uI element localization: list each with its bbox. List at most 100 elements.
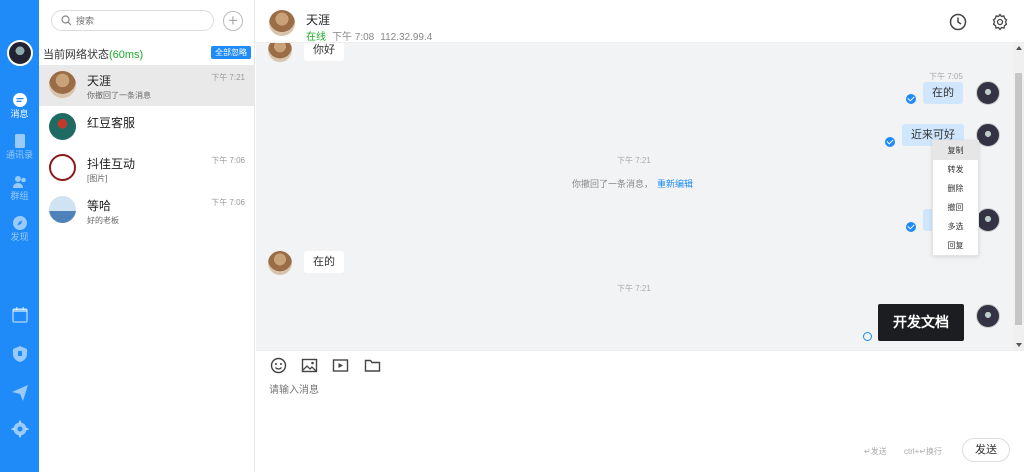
avatar (49, 113, 76, 140)
ignore-all-button[interactable]: 全部忽略 (211, 46, 251, 59)
avatar[interactable] (976, 208, 1000, 232)
message-composer: ↵发送 ctrl+↵换行 发送 (256, 350, 1024, 472)
conversation-preview: [图片] (87, 174, 108, 183)
avatar (49, 196, 76, 223)
chat-header: 天涯 在线 下午 7:08 112.32.99.4 (256, 0, 1024, 43)
shield-icon (12, 346, 27, 362)
rail-label: 消息 (10, 109, 29, 119)
avatar[interactable] (268, 251, 292, 275)
last-seen-time: 下午 7:08 (332, 32, 375, 43)
add-button[interactable]: + (223, 11, 243, 31)
emoji-icon[interactable] (270, 357, 287, 374)
recall-text: 你撤回了一条消息， (572, 179, 654, 189)
conversation-item[interactable]: 红豆客服 (39, 107, 255, 148)
avatar[interactable] (976, 123, 1000, 147)
send-button[interactable]: 发送 (962, 438, 1010, 462)
conversation-item[interactable]: 抖佳互动 下午 7:06 [图片] (39, 148, 255, 189)
message-bubble[interactable]: 在的 (923, 82, 963, 104)
paper-plane-icon (11, 385, 28, 401)
network-label: 当前网络状态 (43, 49, 109, 61)
network-latency: (60ms) (109, 49, 144, 61)
newline-hint-prefix: ctrl+ (904, 447, 920, 456)
conversation-time: 下午 7:06 (211, 198, 245, 207)
contacts-icon (14, 134, 25, 148)
message-bubble[interactable]: 你好 (304, 43, 344, 61)
image-icon[interactable] (301, 357, 318, 374)
menu-item-recall[interactable]: 撤回 (933, 198, 978, 217)
newline-hint: ctrl+↵换行 (904, 447, 943, 456)
contact-ip: 112.32.99.4 (380, 32, 433, 43)
message-context-menu: 复制 转发 删除 撤回 多选 回复 (932, 140, 979, 256)
message-timestamp: 下午 7:21 (617, 284, 651, 293)
contact-name: 天涯 (306, 13, 331, 27)
menu-item-multiselect[interactable]: 多选 (933, 217, 978, 236)
compass-icon (12, 216, 27, 230)
conversation-preview: 好的老板 (87, 216, 119, 225)
search-input[interactable] (76, 13, 206, 28)
menu-item-delete[interactable]: 删除 (933, 179, 978, 198)
read-check-icon (906, 94, 916, 104)
rail-label: 通讯录 (5, 150, 33, 160)
sending-status-icon (863, 332, 872, 341)
send-hint: ↵发送 (864, 447, 887, 456)
conversation-name: 抖佳互动 (87, 157, 136, 171)
folder-icon[interactable] (364, 357, 381, 374)
scroll-up-arrow-icon[interactable] (1016, 46, 1022, 50)
video-icon[interactable] (332, 357, 349, 374)
left-rail: 消息 通讯录 群组 发现 (0, 0, 39, 472)
contact-status: 在线 下午 7:08 112.32.99.4 (306, 28, 432, 43)
menu-item-forward[interactable]: 转发 (933, 160, 978, 179)
rail-item-discover[interactable]: 发现 (0, 215, 39, 242)
chat-panel: 天涯 在线 下午 7:08 112.32.99.4 你好 下午 7:05 在的 近来… (256, 0, 1024, 472)
menu-item-reply[interactable]: 回复 (933, 236, 978, 255)
recall-notice: 你撤回了一条消息， 重新编辑 (572, 177, 693, 190)
avatar[interactable] (976, 81, 1000, 105)
my-avatar[interactable] (7, 40, 33, 66)
read-check-icon (885, 137, 895, 147)
gear-icon (11, 420, 28, 438)
conversation-list-panel: + 当前网络状态(60ms) 全部忽略 天涯 下午 7:21 你撤回了一条消息 … (39, 0, 255, 472)
online-status: 在线 (306, 32, 326, 43)
rail-item-calendar[interactable] (0, 306, 39, 324)
conversation-time: 下午 7:21 (211, 73, 245, 82)
menu-item-copy[interactable]: 复制 (933, 141, 978, 160)
search-icon (61, 15, 72, 26)
reedit-link[interactable]: 重新编辑 (657, 179, 693, 189)
newline-hint-label: 换行 (926, 447, 943, 456)
rail-item-contacts[interactable]: 通讯录 (0, 133, 39, 160)
conversation-item[interactable]: 等哈 下午 7:06 好的老板 (39, 190, 255, 231)
conversation-item[interactable]: 天涯 下午 7:21 你撤回了一条消息 (39, 65, 255, 106)
rail-label: 发现 (10, 232, 29, 242)
rail-label: 群组 (10, 191, 29, 201)
rail-item-settings[interactable] (0, 420, 39, 438)
conversation-name: 红豆客服 (87, 116, 136, 130)
image-message[interactable]: 开发文档 (878, 304, 964, 341)
message-scrollbar[interactable] (1013, 43, 1024, 350)
scroll-down-arrow-icon[interactable] (1016, 343, 1022, 347)
message-bubble[interactable]: 在的 (304, 251, 344, 273)
network-status-bar: 当前网络状态(60ms) 全部忽略 (39, 41, 255, 65)
message-timestamp: 下午 7:05 (929, 72, 963, 81)
avatar (49, 71, 76, 98)
contact-avatar[interactable] (269, 10, 295, 36)
message-icon (12, 93, 27, 107)
conversation-preview: 你撤回了一条消息 (87, 91, 151, 100)
rail-item-security[interactable] (0, 345, 39, 363)
rail-item-messages[interactable]: 消息 (0, 92, 39, 119)
clock-icon[interactable] (949, 13, 967, 31)
read-check-icon (906, 222, 916, 232)
group-icon (12, 176, 26, 188)
settings-icon[interactable] (991, 13, 1009, 31)
rail-item-send[interactable] (0, 384, 39, 402)
conversation-time: 下午 7:06 (211, 156, 245, 165)
scrollbar-thumb[interactable] (1015, 73, 1022, 325)
conversation-name: 等哈 (87, 199, 112, 213)
message-list[interactable]: 你好 下午 7:05 在的 近来可好 下午 7:21 你撤回了一条消息， 重新编辑… (256, 43, 1024, 350)
message-input[interactable] (269, 381, 1009, 431)
calendar-icon (11, 307, 28, 323)
avatar[interactable] (268, 43, 292, 62)
avatar[interactable] (976, 304, 1000, 328)
search-box[interactable] (51, 10, 214, 31)
rail-item-groups[interactable]: 群组 (0, 174, 39, 201)
network-status: 当前网络状态(60ms) (43, 46, 143, 62)
